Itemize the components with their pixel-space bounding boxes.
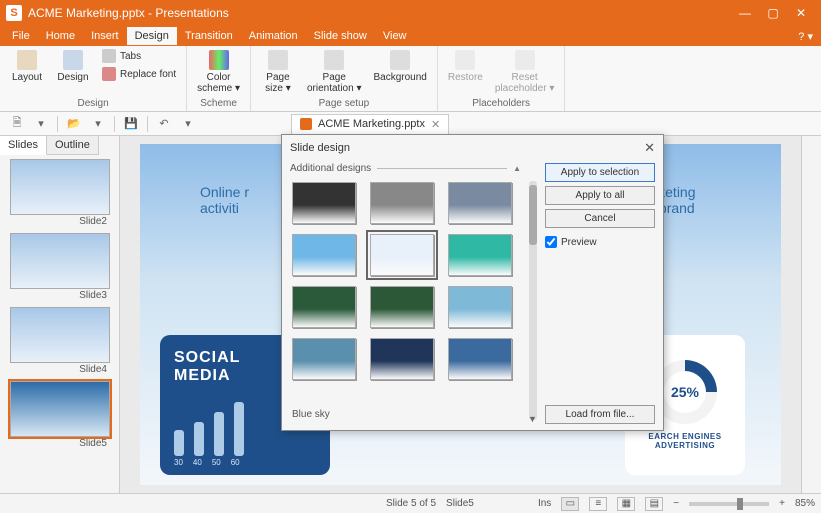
design-thumbnail[interactable] <box>448 286 512 328</box>
selected-design-name: Blue sky <box>290 405 521 424</box>
background-button[interactable]: Background <box>369 48 430 85</box>
section-label: Additional designs <box>290 163 371 174</box>
gallery-scrollbar[interactable]: ▼ <box>529 181 537 420</box>
ribbon-group-label: Placeholders <box>444 96 559 111</box>
document-tab[interactable]: ACME Marketing.pptx ✕ <box>291 114 449 134</box>
document-tab-label: ACME Marketing.pptx <box>318 118 425 130</box>
thumbnail-list[interactable]: Slide2 Slide3 Slide4 Slide5 <box>0 155 119 493</box>
tab-outline[interactable]: Outline <box>47 136 99 155</box>
design-thumbnail[interactable] <box>448 338 512 380</box>
ribbon-group-placeholders: Restore Reset placeholder ▾ Placeholders <box>438 46 566 111</box>
menu-transition[interactable]: Transition <box>177 27 241 45</box>
undo-icon[interactable]: ↶ <box>153 114 175 134</box>
menu-view[interactable]: View <box>375 27 415 45</box>
ribbon-group-label: Page setup <box>257 96 431 111</box>
dialog-title: Slide design <box>290 142 350 154</box>
minimize-button[interactable]: — <box>731 0 759 26</box>
load-from-file-button[interactable]: Load from file... <box>545 405 655 424</box>
page-indicator: Slide 5 of 5 <box>386 498 436 509</box>
dropdown-icon[interactable]: ▾ <box>87 114 109 134</box>
design-gallery <box>290 178 521 405</box>
apply-to-selection-button[interactable]: Apply to selection <box>545 163 655 182</box>
view-outline-icon[interactable]: ≡ <box>589 497 607 511</box>
design-thumbnail[interactable] <box>292 338 356 380</box>
reset-placeholder-button: Reset placeholder ▾ <box>491 48 559 96</box>
open-icon[interactable]: 📂 <box>63 114 85 134</box>
design-thumbnail[interactable] <box>292 182 356 224</box>
design-thumbnail[interactable] <box>370 234 434 276</box>
page-orientation-button[interactable]: Page orientation ▾ <box>303 48 366 96</box>
menu-animation[interactable]: Animation <box>241 27 306 45</box>
app-icon: S <box>6 5 22 21</box>
menu-insert[interactable]: Insert <box>83 27 127 45</box>
slide-thumb[interactable]: Slide5 <box>4 381 115 449</box>
menu-bar: File Home Insert Design Transition Anima… <box>0 26 821 46</box>
view-sorter-icon[interactable]: ▦ <box>617 497 635 511</box>
apply-to-all-button[interactable]: Apply to all <box>545 186 655 205</box>
menu-slideshow[interactable]: Slide show <box>306 27 375 45</box>
preview-checkbox-input[interactable] <box>545 236 557 248</box>
help-button[interactable]: ? ▾ <box>790 27 821 46</box>
ribbon: Layout Design Tabs Replace font Design C… <box>0 46 821 112</box>
menu-design[interactable]: Design <box>127 27 177 45</box>
design-thumbnail[interactable] <box>448 182 512 224</box>
design-thumbnail[interactable] <box>292 234 356 276</box>
menu-file[interactable]: File <box>4 27 38 45</box>
tab-slides[interactable]: Slides <box>0 136 47 155</box>
layout-button[interactable]: Layout <box>6 48 48 85</box>
cancel-button[interactable]: Cancel <box>545 209 655 228</box>
replace-font-button[interactable]: Replace font <box>98 66 180 82</box>
presentation-icon <box>300 118 312 130</box>
close-window-button[interactable]: ✕ <box>787 0 815 26</box>
ribbon-group-label: Scheme <box>193 96 244 111</box>
scroll-down-icon[interactable]: ▼ <box>528 414 537 424</box>
dialog-close-icon[interactable]: ✕ <box>644 140 655 156</box>
page-size-button[interactable]: Page size ▾ <box>257 48 299 96</box>
maximize-button[interactable]: ▢ <box>759 0 787 26</box>
insert-mode: Ins <box>538 498 551 509</box>
new-file-icon[interactable]: 🗎 <box>6 114 28 134</box>
slide-thumb[interactable]: Slide3 <box>4 233 115 301</box>
design-thumbnail[interactable] <box>370 338 434 380</box>
view-slideshow-icon[interactable]: ▤ <box>645 497 663 511</box>
zoom-slider[interactable] <box>689 502 769 506</box>
design-thumbnail[interactable] <box>292 286 356 328</box>
title-bar: S ACME Marketing.pptx - Presentations — … <box>0 0 821 26</box>
dropdown-icon[interactable]: ▾ <box>177 114 199 134</box>
ribbon-group-scheme: Color scheme ▾ Scheme <box>187 46 251 111</box>
tabs-button[interactable]: Tabs <box>98 48 180 64</box>
close-tab-icon[interactable]: ✕ <box>431 118 440 131</box>
zoom-in-button[interactable]: + <box>779 498 785 509</box>
quick-access-toolbar: 🗎 ▾ 📂 ▾ 💾 ↶ ▾ ACME Marketing.pptx ✕ <box>0 112 821 136</box>
restore-button: Restore <box>444 48 487 85</box>
slide-panel: Slides Outline Slide2 Slide3 Slide4 Slid… <box>0 136 120 493</box>
save-icon[interactable]: 💾 <box>120 114 142 134</box>
ribbon-group-label: Design <box>6 96 180 111</box>
design-thumbnail[interactable] <box>448 234 512 276</box>
color-scheme-button[interactable]: Color scheme ▾ <box>193 48 244 96</box>
design-thumbnail[interactable] <box>370 182 434 224</box>
design-thumbnail[interactable] <box>370 286 434 328</box>
slide-design-dialog: Slide design ✕ Additional designs ▲ Blue… <box>281 134 664 431</box>
zoom-out-button[interactable]: − <box>673 498 679 509</box>
ribbon-group-design: Layout Design Tabs Replace font Design <box>0 46 187 111</box>
design-button[interactable]: Design <box>52 48 94 85</box>
window-title: ACME Marketing.pptx - Presentations <box>28 6 229 20</box>
canvas-scrollbar[interactable] <box>801 136 821 493</box>
dropdown-icon[interactable]: ▾ <box>30 114 52 134</box>
slide-thumb[interactable]: Slide2 <box>4 159 115 227</box>
ribbon-group-page-setup: Page size ▾ Page orientation ▾ Backgroun… <box>251 46 438 111</box>
preview-checkbox[interactable]: Preview <box>545 236 655 248</box>
view-normal-icon[interactable]: ▭ <box>561 497 579 511</box>
collapse-section-icon[interactable]: ▲ <box>513 164 521 173</box>
slide-thumb[interactable]: Slide4 <box>4 307 115 375</box>
status-bar: Slide 5 of 5 Slide5 Ins ▭ ≡ ▦ ▤ − + 85% <box>0 493 821 513</box>
zoom-level[interactable]: 85% <box>795 498 815 509</box>
slide-label: Slide5 <box>446 498 474 509</box>
menu-home[interactable]: Home <box>38 27 83 45</box>
